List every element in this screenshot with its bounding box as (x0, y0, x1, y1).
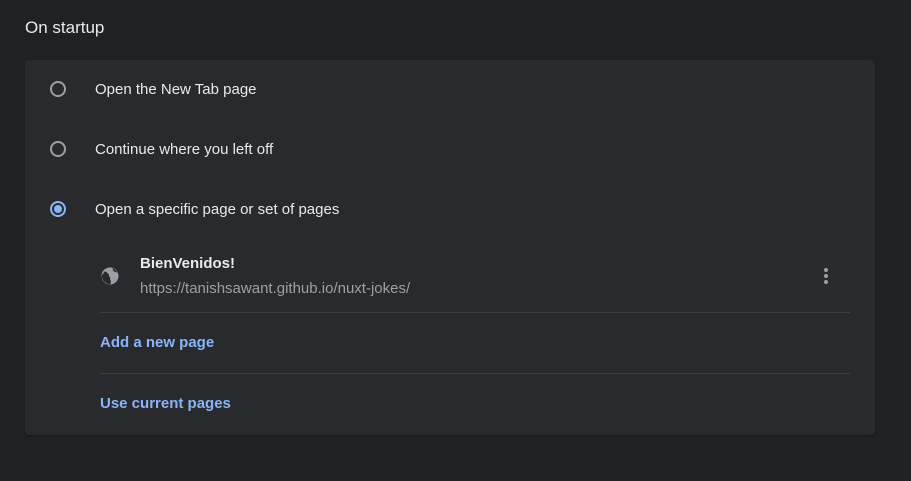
use-current-pages-link[interactable]: Use current pages (100, 394, 231, 414)
globe-icon (101, 267, 119, 285)
add-page-row: Add a new page (100, 313, 850, 373)
radio-label-new-tab: Open the New Tab page (95, 81, 257, 98)
more-vert-icon[interactable] (814, 264, 838, 288)
page-title: BienVenidos! (140, 255, 236, 272)
use-current-row: Use current pages (100, 374, 850, 434)
radio-button-new-tab[interactable] (50, 81, 66, 97)
radio-option-specific-pages[interactable]: Open a specific page or set of pages (25, 180, 875, 240)
add-new-page-link[interactable]: Add a new page (100, 333, 214, 353)
radio-button-specific-pages[interactable] (50, 201, 66, 217)
startup-options-card: Open the New Tab page Continue where you… (25, 60, 875, 435)
section-title: On startup (25, 18, 105, 37)
radio-option-continue[interactable]: Continue where you left off (25, 120, 875, 180)
startup-page-entry: BienVenidos! https://tanishsawant.github… (100, 250, 850, 312)
radio-button-continue[interactable] (50, 141, 66, 157)
page-url: https://tanishsawant.github.io/nuxt-joke… (140, 280, 411, 297)
radio-label-specific-pages: Open a specific page or set of pages (95, 201, 340, 218)
radio-label-continue: Continue where you left off (95, 141, 274, 158)
radio-option-new-tab[interactable]: Open the New Tab page (25, 60, 875, 120)
